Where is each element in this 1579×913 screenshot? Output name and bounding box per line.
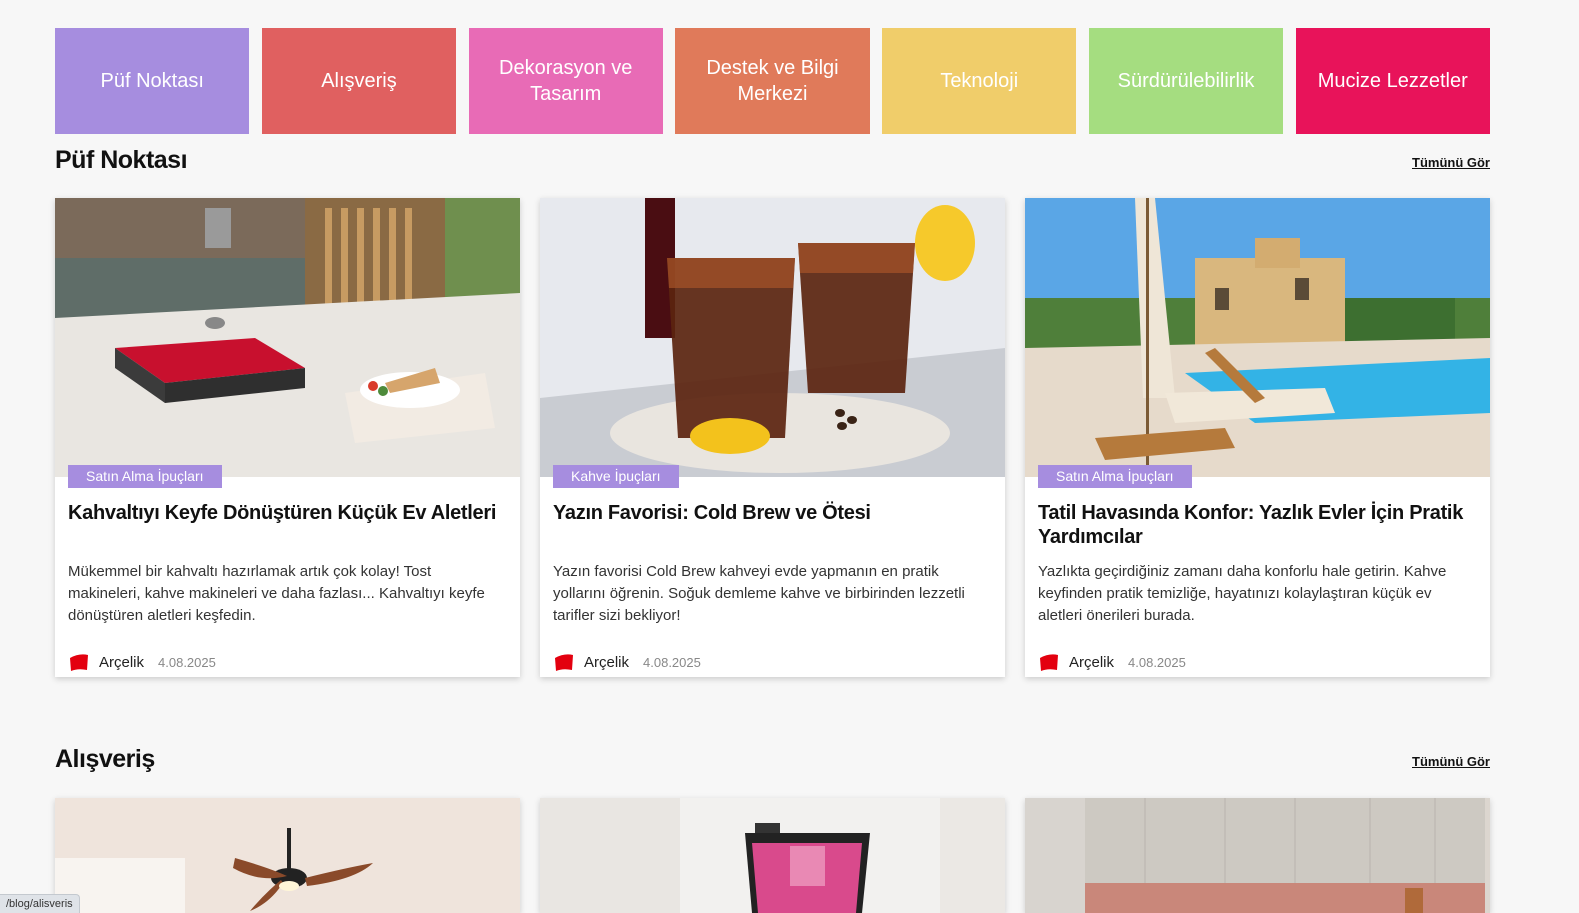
category-tile-alisveris[interactable]: Alışveriş [261, 28, 457, 134]
status-bar-url: /blog/alisveris [0, 894, 80, 913]
category-tile-dekorasyon[interactable]: Dekorasyon ve Tasarım [468, 28, 663, 134]
article-title[interactable]: Kahvaltıyı Keyfe Dönüştüren Küçük Ev Ale… [55, 477, 520, 555]
see-all-link-puf-noktasi[interactable]: Tümünü Gör [1412, 155, 1490, 170]
category-tile-teknoloji[interactable]: Teknoloji [882, 28, 1077, 134]
article-card[interactable] [1025, 798, 1490, 913]
arcelik-logo-icon [1040, 654, 1058, 671]
article-meta: Arçelik 4.08.2025 [1025, 627, 1490, 677]
category-tag[interactable]: Satın Alma İpuçları [68, 465, 222, 488]
article-title[interactable]: Yazın Favorisi: Cold Brew ve Ötesi [540, 477, 1005, 555]
category-nav: Püf Noktası Alışveriş Dekorasyon ve Tasa… [55, 28, 1490, 134]
article-date: 4.08.2025 [1128, 654, 1186, 670]
article-meta: Arçelik 4.08.2025 [540, 627, 1005, 677]
article-description: Yazın favorisi Cold Brew kahveyi evde ya… [553, 563, 965, 624]
arcelik-logo-icon [70, 654, 88, 671]
category-tile-surdurulebilirlik[interactable]: Sürdürülebilirlik [1088, 28, 1284, 134]
article-card[interactable]: Kahve İpuçları Yazın Favorisi: Cold Brew… [540, 198, 1005, 677]
arcelik-logo-icon [555, 654, 573, 671]
category-tag[interactable]: Kahve İpuçları [553, 465, 679, 488]
category-tile-destek[interactable]: Destek ve Bilgi Merkezi [675, 28, 870, 134]
article-author: Arçelik [584, 653, 630, 671]
article-description: Mükemmel bir kahvaltı hazırlamak artık ç… [68, 563, 485, 624]
section-title-alisveris: Alışveriş [55, 745, 155, 773]
article-meta: Arçelik 4.08.2025 [55, 627, 520, 677]
article-author: Arçelik [1069, 653, 1115, 671]
article-card[interactable]: Satın Alma İpuçları Tatil Havasında Konf… [1025, 198, 1490, 677]
article-date: 4.08.2025 [158, 654, 216, 670]
article-card[interactable] [55, 798, 520, 913]
article-card[interactable]: Satın Alma İpuçları Kahvaltıyı Keyfe Dön… [55, 198, 520, 677]
section-title-puf-noktasi: Püf Noktası [55, 146, 188, 174]
article-title[interactable]: Tatil Havasında Konfor: Yazlık Evler İçi… [1025, 477, 1490, 555]
category-tile-mucize-lezzetler[interactable]: Mucize Lezzetler [1295, 28, 1490, 134]
ceiling-fan-photo [55, 798, 520, 913]
category-tag[interactable]: Satın Alma İpuçları [1038, 465, 1192, 488]
see-all-link-alisveris[interactable]: Tümünü Gör [1412, 754, 1490, 769]
article-author: Arçelik [99, 653, 145, 671]
article-date: 4.08.2025 [643, 654, 701, 670]
iced-coffee-photo [540, 198, 1005, 477]
kitchen-photo [1025, 798, 1490, 913]
pool-villa-photo [1025, 198, 1490, 477]
article-description: Yazlıkta geçirdiğiniz zamanı daha konfor… [1038, 563, 1447, 624]
category-tile-puf-noktasi[interactable]: Püf Noktası [55, 28, 250, 134]
blender-photo [540, 798, 1005, 913]
toaster-breakfast-photo [55, 198, 520, 477]
article-card[interactable] [540, 798, 1005, 913]
